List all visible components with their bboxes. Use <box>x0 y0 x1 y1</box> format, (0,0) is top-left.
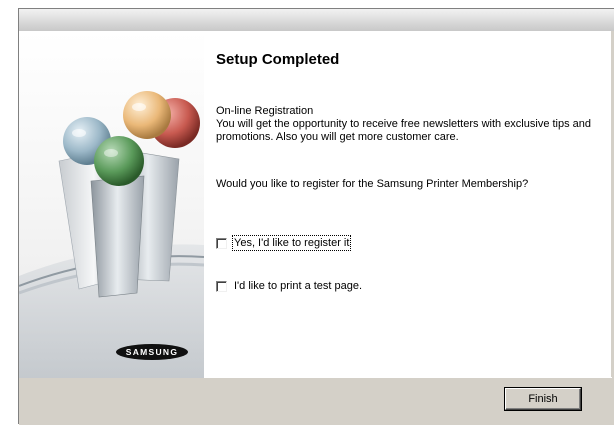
register-checkbox[interactable] <box>216 237 227 249</box>
test-page-option[interactable]: I'd like to print a test page. <box>216 280 362 292</box>
register-option[interactable]: Yes, I'd like to register it <box>216 235 352 251</box>
finish-button-label: Finish <box>528 393 558 405</box>
page-title: Setup Completed <box>216 51 340 68</box>
button-bar: Finish <box>19 378 614 425</box>
registration-description: You will get the opportunity to receive … <box>216 118 592 143</box>
setup-dialog-window: SAMSUNG Setup Completed On-line Registra… <box>18 8 614 425</box>
test-page-label[interactable]: I'd like to print a test page. <box>234 280 362 292</box>
finish-button[interactable]: Finish <box>505 388 581 410</box>
title-bar[interactable] <box>19 9 614 32</box>
side-banner-art: SAMSUNG <box>19 31 204 378</box>
register-label[interactable]: Yes, I'd like to register it <box>231 235 352 251</box>
membership-question: Would you like to register for the Samsu… <box>216 178 529 190</box>
dialog-content: SAMSUNG Setup Completed On-line Registra… <box>19 31 612 379</box>
registration-title: On-line Registration <box>216 105 314 117</box>
message-pane: Setup Completed On-line Registration You… <box>216 31 606 378</box>
balls-illustration <box>19 91 204 378</box>
test-page-checkbox[interactable] <box>216 280 227 292</box>
samsung-logo: SAMSUNG <box>116 344 188 360</box>
